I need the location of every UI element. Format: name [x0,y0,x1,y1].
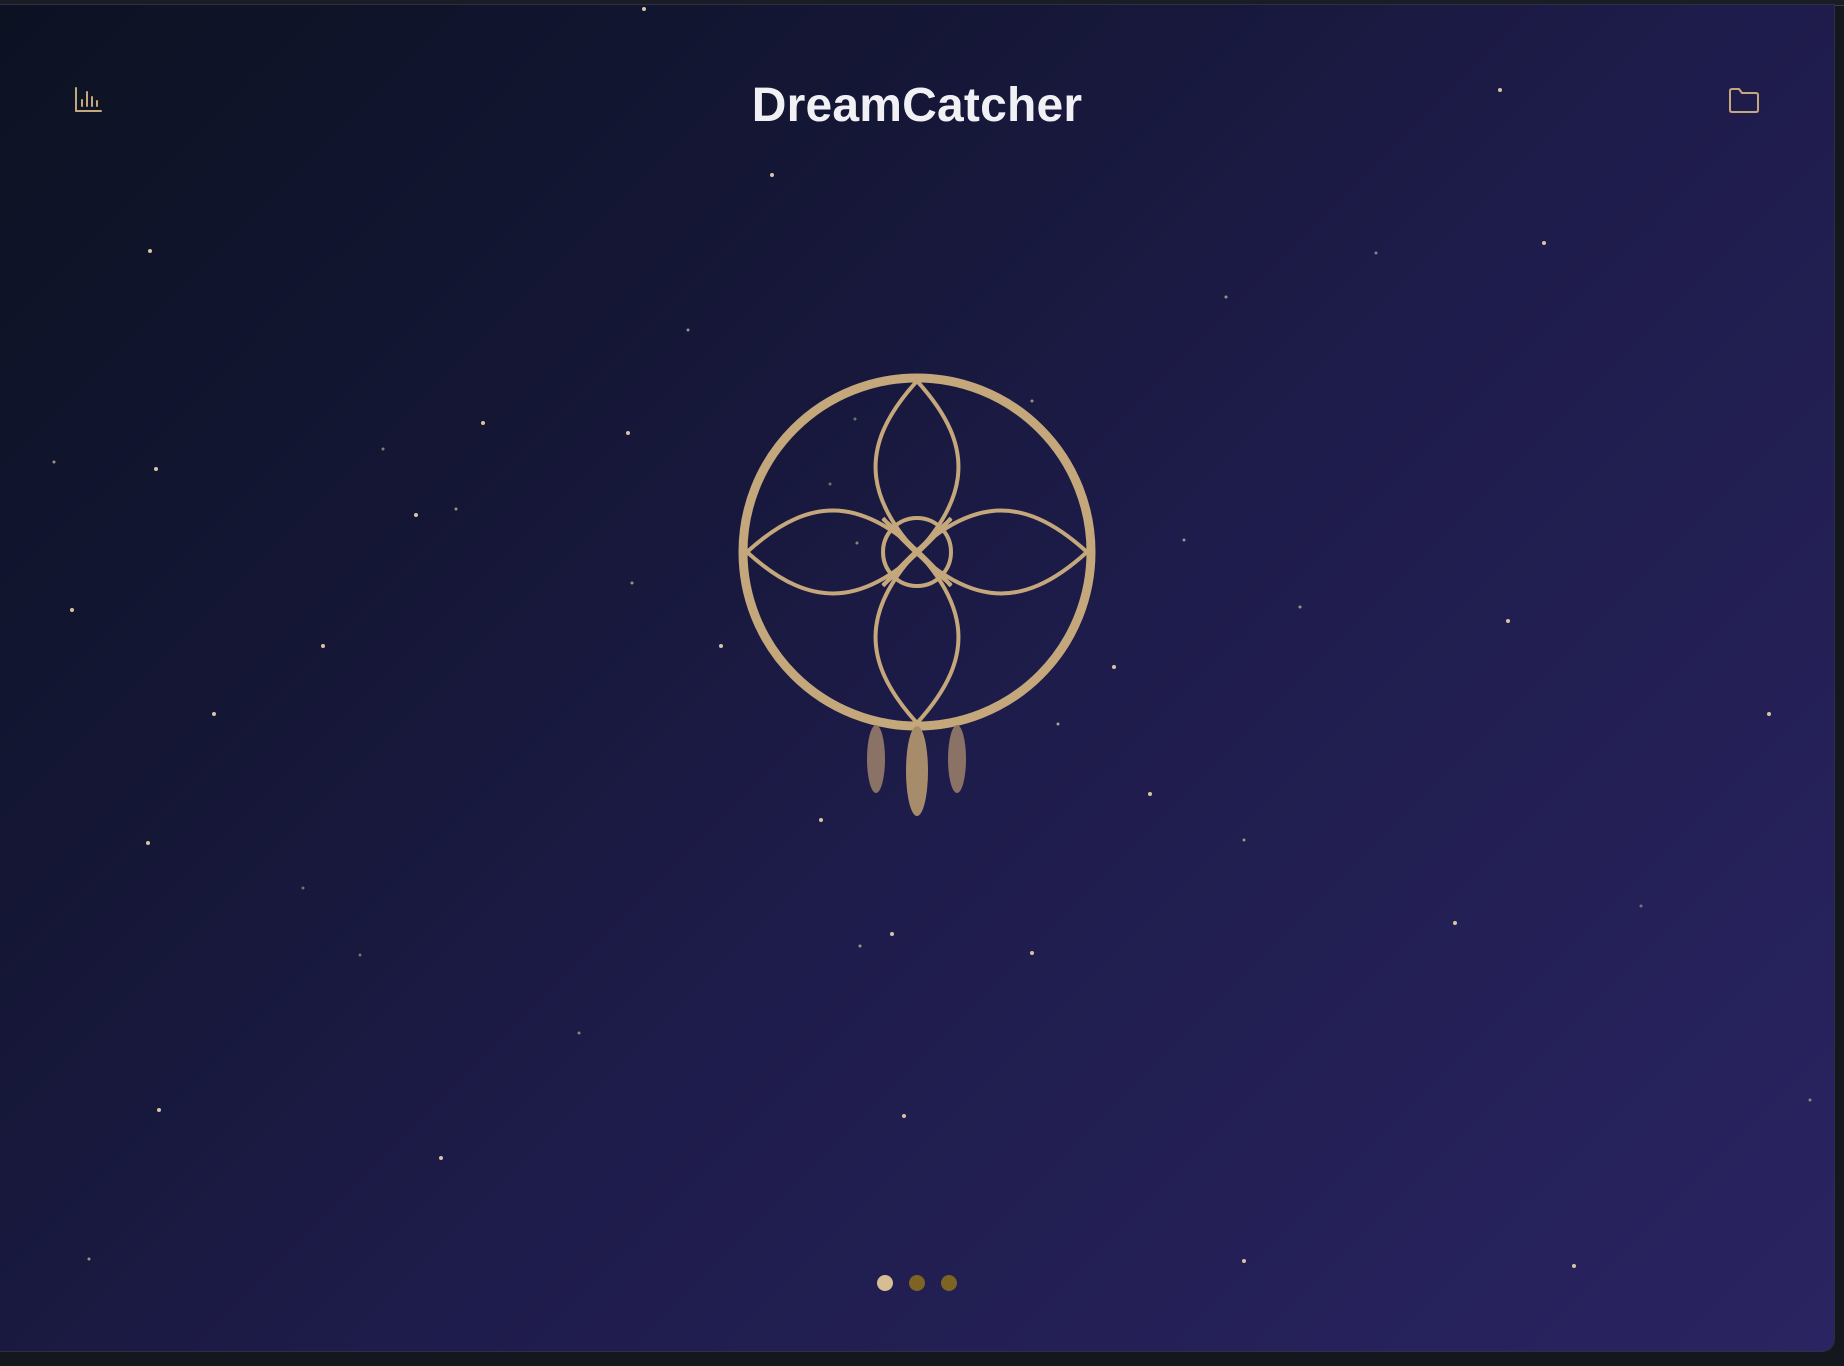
app-window: DreamCatcher [0,5,1834,1351]
pagination-dot[interactable] [941,1275,957,1291]
pagination-dot[interactable] [909,1275,925,1291]
logo-feather-right [948,725,966,793]
logo-feather-left [867,725,885,793]
logo-feather-center [906,726,928,816]
pagination-dots [0,1275,1834,1291]
app-title: DreamCatcher [751,79,1083,132]
folder-icon [1729,88,1759,113]
logo-petals [745,379,1089,725]
dreamcatcher-logo [738,373,1096,816]
pagination-dot-active[interactable] [877,1275,893,1291]
folder-button[interactable] [1716,72,1772,128]
